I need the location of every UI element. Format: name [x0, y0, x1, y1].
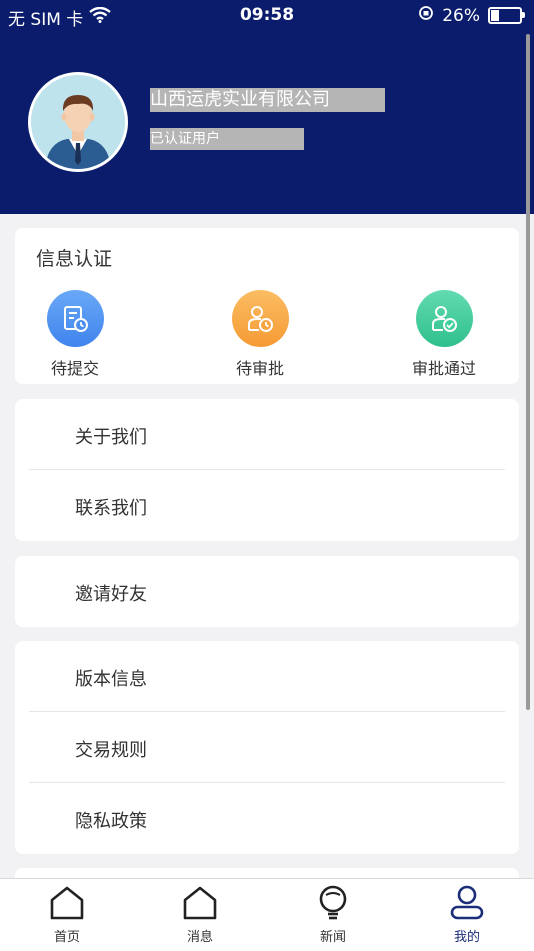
profile-subtext: 已认证用户	[150, 128, 304, 150]
auth-pending-submit[interactable]: 待提交	[20, 290, 130, 379]
battery-fill	[491, 10, 499, 21]
menu-label: 隐私政策	[75, 811, 147, 832]
avatar[interactable]	[28, 72, 128, 172]
menu-item-privacy-policy[interactable]: 隐私政策	[15, 783, 519, 854]
auth-title: 信息认证	[36, 248, 113, 270]
auth-pending-approval[interactable]: 待审批	[205, 290, 315, 379]
auth-label-approved: 审批通过	[411, 359, 476, 378]
tab-label: 消息	[186, 930, 213, 945]
menu-group-about: 关于我们 联系我们	[15, 399, 519, 541]
home-icon	[48, 886, 86, 925]
avatar-image	[31, 75, 125, 169]
status-right: 26%	[418, 5, 525, 26]
auth-card: 信息认证 待提交 待审批 审批通过	[15, 228, 519, 384]
tab-bar: 首页 消息 新闻 我的	[0, 878, 534, 951]
auth-label-pending-submit: 待提交	[50, 359, 99, 378]
auth-label-pending-approval: 待审批	[235, 359, 284, 378]
tab-news[interactable]: 新闻	[293, 885, 373, 945]
menu-label: 版本信息	[75, 669, 147, 690]
tab-label: 我的	[453, 930, 480, 945]
auth-approved[interactable]: 审批通过	[389, 290, 499, 379]
profile-icon	[448, 885, 486, 925]
document-clock-icon	[46, 290, 104, 347]
company-name: 山西运虎实业有限公司	[150, 88, 385, 112]
menu-item-about-us[interactable]: 关于我们	[15, 399, 519, 470]
menu-item-trading-rules[interactable]: 交易规则	[15, 712, 519, 783]
scrollbar[interactable]	[526, 34, 530, 710]
battery-percent: 26%	[442, 5, 480, 26]
menu-label: 交易规则	[75, 740, 147, 761]
user-clock-icon	[231, 290, 289, 347]
profile-header: 山西运虎实业有限公司 已认证用户	[0, 32, 534, 214]
menu-label: 关于我们	[75, 427, 147, 448]
tab-mine[interactable]: 我的	[427, 885, 507, 945]
menu-item-invite-friends[interactable]: 邀请好友	[15, 556, 519, 627]
menu-item-version-info[interactable]: 版本信息	[15, 641, 519, 712]
menu-item-contact-us[interactable]: 联系我们	[15, 470, 519, 541]
status-bar: 无 SIM 卡 09:58 26%	[0, 0, 534, 32]
menu-group-info: 版本信息 交易规则 隐私政策	[15, 641, 519, 854]
user-check-icon	[415, 290, 473, 347]
orientation-lock-icon	[418, 5, 434, 26]
lightbulb-icon	[314, 885, 352, 925]
tab-home[interactable]: 首页	[27, 885, 107, 945]
menu-group-invite: 邀请好友	[15, 556, 519, 627]
battery-icon	[488, 7, 525, 24]
tab-label: 首页	[53, 930, 80, 945]
menu-label: 邀请好友	[75, 584, 147, 605]
menu-label: 联系我们	[75, 498, 147, 519]
message-house-icon	[181, 886, 219, 925]
tab-label: 新闻	[319, 930, 346, 945]
tab-messages[interactable]: 消息	[160, 885, 240, 945]
